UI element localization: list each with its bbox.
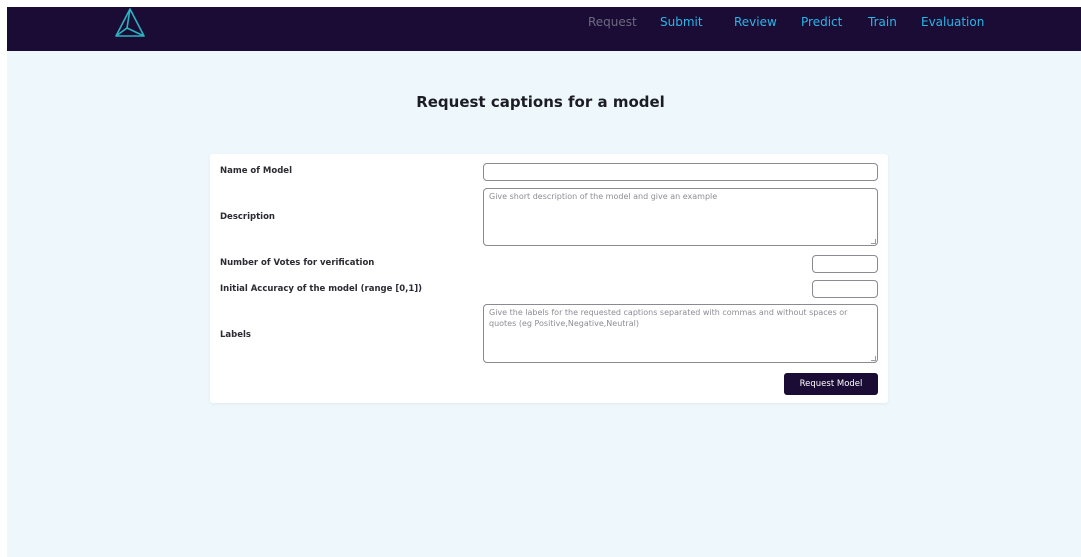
- request-model-button[interactable]: Request Model: [784, 373, 878, 395]
- nav-link-request[interactable]: Request: [588, 15, 637, 29]
- nav-link-review[interactable]: Review: [734, 15, 777, 29]
- model-name-input[interactable]: [483, 163, 878, 181]
- nav-item-evaluation[interactable]: Evaluation: [921, 0, 984, 44]
- labels-textarea[interactable]: [483, 304, 878, 363]
- accuracy-label: Initial Accuracy of the model (range [0,…: [220, 284, 423, 294]
- nav-item-review[interactable]: Review: [734, 0, 777, 44]
- nav-link-predict[interactable]: Predict: [801, 15, 842, 29]
- resize-grip-icon[interactable]: [871, 356, 876, 361]
- nav-item-request[interactable]: Request: [588, 0, 637, 44]
- page-title: Request captions for a model: [416, 93, 665, 111]
- nav-item-predict[interactable]: Predict: [801, 0, 842, 44]
- labels-label: Labels: [220, 330, 251, 340]
- votes-label: Number of Votes for verification: [220, 258, 375, 268]
- nav-link-train[interactable]: Train: [868, 15, 897, 29]
- description-textarea[interactable]: [483, 188, 878, 246]
- name-label: Name of Model: [220, 166, 292, 176]
- nav-link-submit[interactable]: Submit: [660, 15, 703, 29]
- resize-grip-icon[interactable]: [871, 239, 876, 244]
- triangle-logo-icon[interactable]: [113, 6, 147, 40]
- description-label: Description: [220, 212, 275, 222]
- nav-link-evaluation[interactable]: Evaluation: [921, 15, 984, 29]
- accuracy-input[interactable]: [812, 280, 878, 298]
- nav-item-train[interactable]: Train: [868, 0, 897, 44]
- top-navbar: [7, 7, 1081, 51]
- votes-input[interactable]: [812, 255, 878, 273]
- nav-item-submit[interactable]: Submit: [660, 0, 703, 44]
